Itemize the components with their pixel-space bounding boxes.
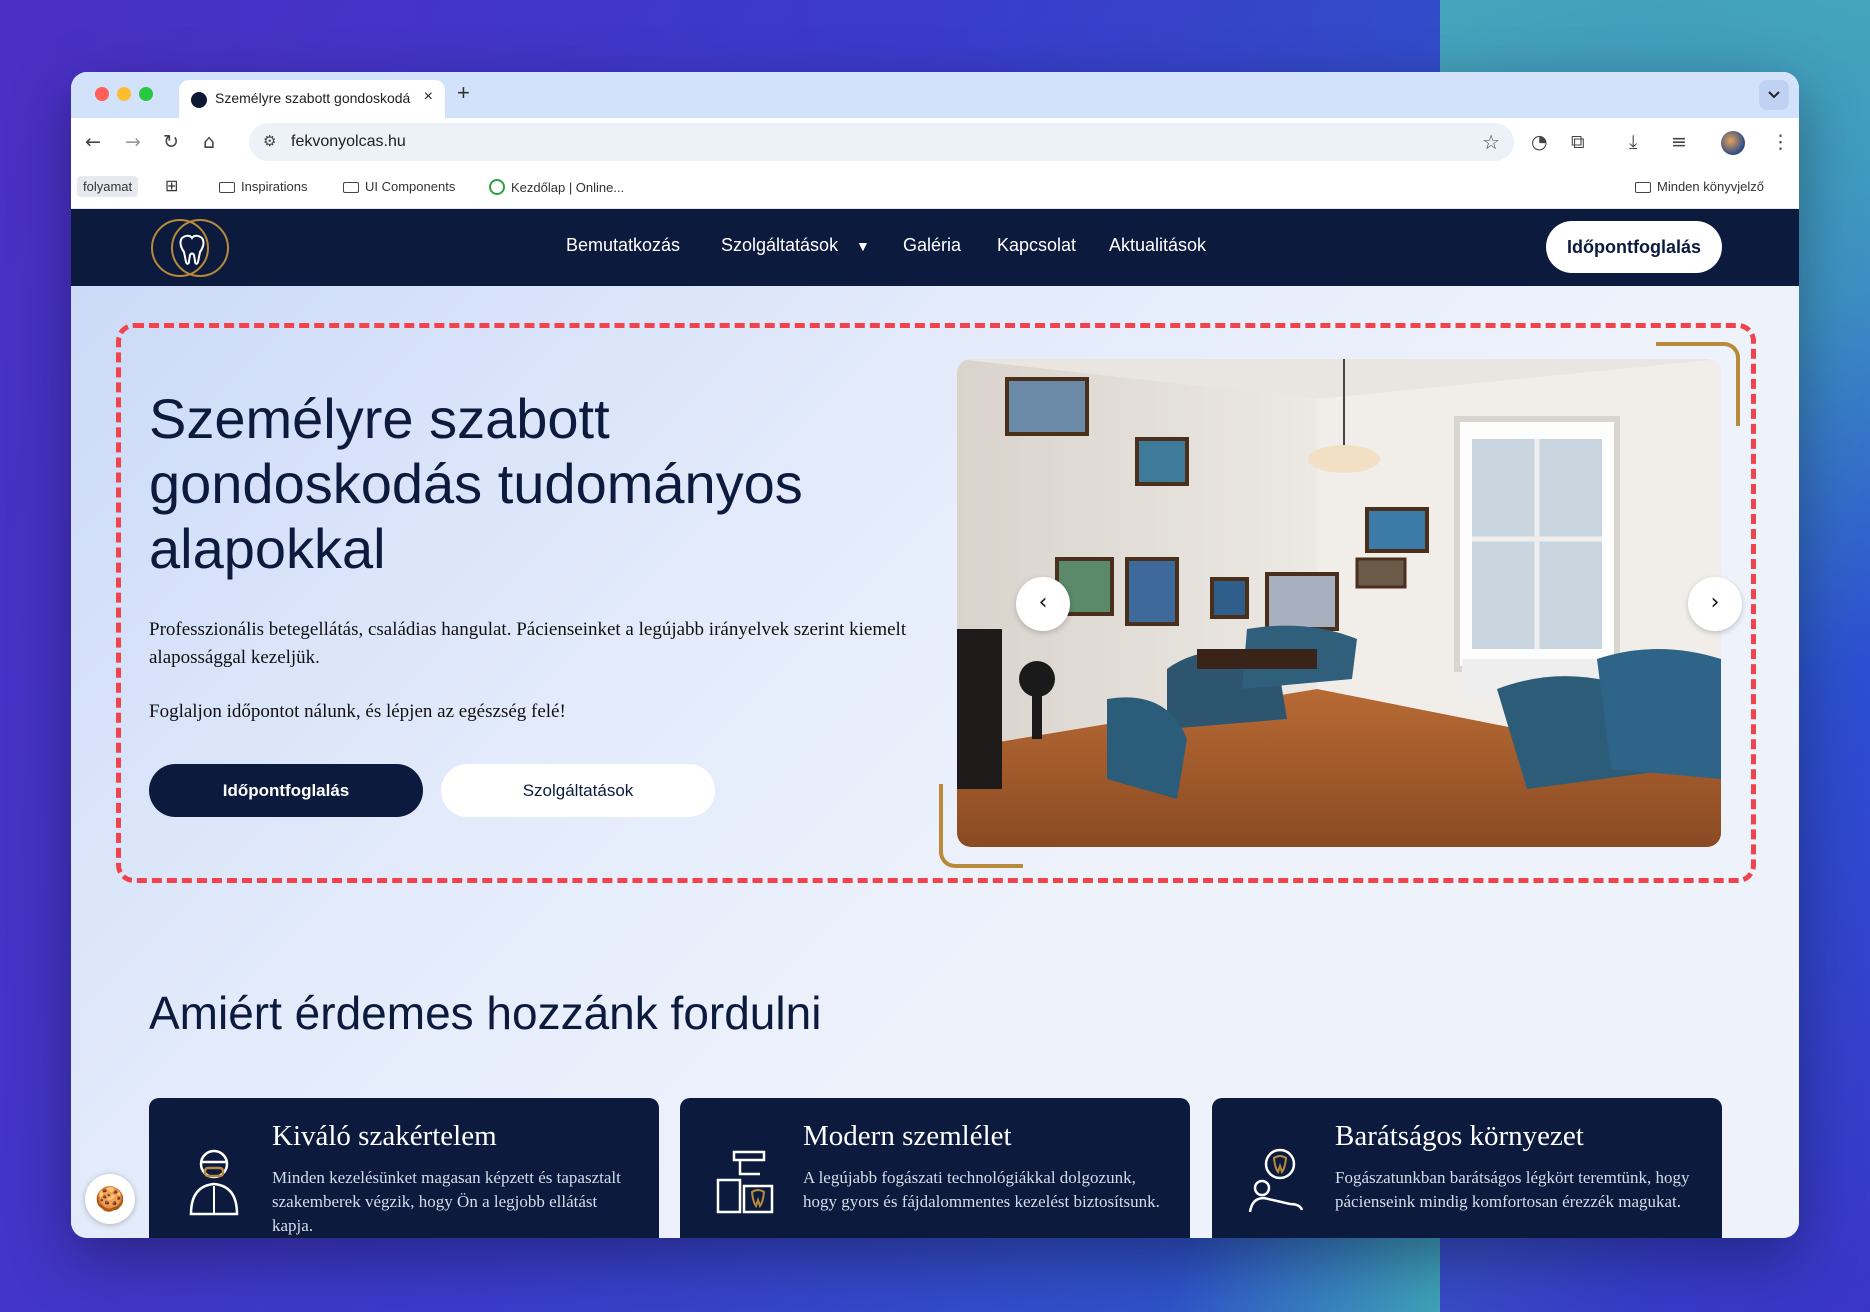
hero-title: Személyre szabott gondoskodás tudományos… [149, 387, 803, 580]
window-zoom-button[interactable] [139, 87, 153, 101]
bookmark-ui-components[interactable]: UI Components [343, 179, 455, 194]
all-bookmarks[interactable]: Minden könyvjelző [1635, 179, 1764, 194]
card-text: A legújabb fogászati technológiákkal dol… [803, 1168, 1160, 1211]
carousel-next-button[interactable]: › [1688, 577, 1742, 631]
nav-szolgaltatasok[interactable]: Szolgáltatások [721, 235, 838, 256]
dental-equipment-icon [716, 1150, 774, 1214]
green-circle-icon [489, 179, 505, 195]
tab-strip: Személyre szabott gondoskodás × + [71, 72, 1799, 118]
feature-card: Kiváló szakértelem Minden kezelésünket m… [149, 1098, 659, 1238]
cookie-settings-icon[interactable]: 🍪 [85, 1174, 135, 1224]
carousel-prev-button[interactable]: ‹ [1016, 577, 1070, 631]
puzzle-icon[interactable]: ⧉ [1571, 130, 1585, 154]
window-close-button[interactable] [95, 87, 109, 101]
booking-button[interactable]: Időpontfoglalás [149, 764, 423, 817]
bookmark-inspirations[interactable]: Inspirations [219, 179, 307, 194]
favicon-icon [191, 92, 207, 108]
hero-section: Személyre szabott gondoskodás tudományos… [71, 286, 1799, 1238]
bookmark-chip[interactable]: folyamat [77, 176, 139, 197]
bookmark-label: Inspirations [241, 179, 308, 194]
home-icon[interactable]: ⌂ [203, 130, 215, 154]
folder-icon [219, 182, 235, 193]
profile-avatar[interactable] [1721, 131, 1745, 155]
folder-icon [1635, 182, 1651, 193]
folder-icon [343, 182, 359, 193]
card-text: Fogászatunkban barátságos légkört teremt… [1335, 1168, 1690, 1211]
nav-galeria[interactable]: Galéria [903, 235, 961, 256]
services-button[interactable]: Szolgáltatások [441, 764, 715, 817]
chevron-down-icon [1768, 91, 1780, 99]
tab-search-button[interactable] [1759, 80, 1789, 110]
address-bar[interactable]: ⚙ fekvonyolcas.hu ☆ [249, 123, 1514, 161]
friendly-care-icon [1248, 1148, 1304, 1213]
site-header: Bemutatkozás Szolgáltatások ▼ Galéria Ka… [71, 209, 1799, 286]
nav-kapcsolat[interactable]: Kapcsolat [997, 235, 1076, 256]
bookmark-label: Minden könyvjelző [1657, 179, 1764, 194]
card-text: Minden kezelésünket magasan képzett és t… [272, 1168, 621, 1235]
url-text: fekvonyolcas.hu [291, 133, 406, 150]
clinic-logo[interactable] [148, 216, 232, 280]
apps-grid-icon[interactable]: ⊞ [165, 176, 178, 196]
new-tab-button[interactable]: + [457, 80, 470, 106]
dropdown-caret-icon[interactable]: ▼ [856, 238, 870, 254]
bookmark-star-icon[interactable]: ☆ [1482, 130, 1500, 155]
hero-subtext: Foglaljon időpontot nálunk, és lépjen az… [149, 701, 566, 722]
feature-card: Modern szemlélet A legújabb fogászati te… [680, 1098, 1190, 1238]
window-minimize-button[interactable] [117, 87, 131, 101]
browser-window: Személyre szabott gondoskodás × + ← → ↻ … [71, 72, 1799, 1238]
extension-icon[interactable]: ◔ [1531, 130, 1548, 154]
tab-close-icon[interactable]: × [424, 88, 433, 106]
section-title: Amiért érdemes hozzánk fordulni [149, 987, 822, 1039]
hero-text: Professzionális betegellátás, családias … [149, 619, 907, 668]
card-title: Barátságos környezet [1335, 1120, 1584, 1152]
feature-card: Barátságos környezet Fogászatunkban bará… [1212, 1098, 1722, 1238]
bookmark-label: UI Components [365, 179, 456, 194]
site-settings-icon[interactable]: ⚙ [263, 132, 276, 150]
booking-nav-button[interactable]: Időpontfoglalás [1546, 221, 1722, 273]
forward-icon[interactable]: → [125, 130, 141, 154]
bookmarks-bar: folyamat ⊞ Inspirations UI Components Ke… [71, 168, 1799, 209]
back-icon[interactable]: ← [85, 130, 101, 154]
browser-toolbar: ← → ↻ ⌂ ⚙ fekvonyolcas.hu ☆ ◔ ⧉ ⤓ ≡ ⋮ [71, 118, 1799, 168]
tab-title: Személyre szabott gondoskodás [215, 90, 411, 106]
download-icon[interactable]: ⤓ [1629, 130, 1637, 154]
doctor-icon [189, 1149, 239, 1216]
waiting-room-photo [957, 359, 1721, 847]
browser-tab[interactable]: Személyre szabott gondoskodás × [179, 80, 445, 118]
nav-bemutatkozas[interactable]: Bemutatkozás [566, 235, 680, 256]
card-title: Modern szemlélet [803, 1120, 1012, 1152]
reload-icon[interactable]: ↻ [163, 130, 179, 154]
media-icon[interactable]: ≡ [1671, 130, 1687, 154]
card-title: Kiváló szakértelem [272, 1120, 497, 1152]
bookmark-kezdolap[interactable]: Kezdőlap | Online... [489, 179, 624, 195]
more-menu-icon[interactable]: ⋮ [1771, 130, 1790, 154]
nav-aktualitasok[interactable]: Aktualitások [1109, 235, 1206, 256]
bookmark-label: Kezdőlap | Online... [511, 180, 625, 195]
